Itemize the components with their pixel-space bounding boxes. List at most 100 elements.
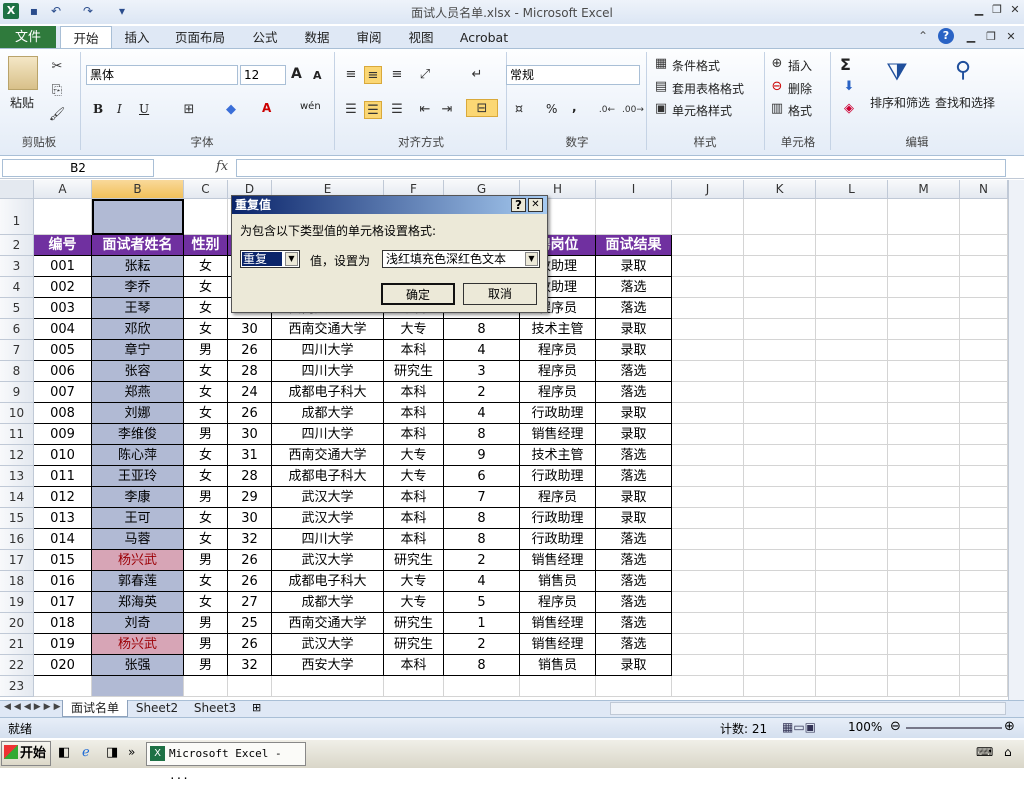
cell[interactable] — [672, 508, 744, 529]
table-cell[interactable]: 女 — [184, 529, 228, 550]
cell[interactable] — [960, 340, 1008, 361]
table-cell[interactable]: 006 — [34, 361, 92, 382]
cell[interactable] — [744, 199, 816, 235]
conditional-format-icon[interactable]: ▦ — [652, 55, 670, 73]
cell[interactable] — [888, 340, 960, 361]
table-cell[interactable]: 王琴 — [92, 298, 184, 319]
cancel-button[interactable]: 取消 — [463, 283, 537, 305]
cell[interactable] — [888, 529, 960, 550]
table-header-cell[interactable]: 编号 — [34, 235, 92, 256]
table-cell[interactable]: 018 — [34, 613, 92, 634]
sort-filter-button[interactable]: 排序和筛选 — [870, 94, 930, 111]
cell[interactable] — [960, 592, 1008, 613]
row-header[interactable]: 23 — [0, 676, 34, 697]
table-cell[interactable]: 女 — [184, 361, 228, 382]
cell[interactable] — [744, 508, 816, 529]
table-cell[interactable]: 销售经理 — [520, 424, 596, 445]
cell[interactable] — [888, 298, 960, 319]
cell[interactable] — [816, 445, 888, 466]
cell[interactable] — [960, 487, 1008, 508]
table-cell[interactable]: 武汉大学 — [272, 550, 384, 571]
table-cell[interactable]: 7 — [444, 487, 520, 508]
table-cell[interactable]: 女 — [184, 403, 228, 424]
table-cell[interactable]: 录取 — [596, 655, 672, 676]
table-cell[interactable]: 大专 — [384, 319, 444, 340]
table-cell[interactable]: 程序员 — [520, 592, 596, 613]
view-buttons-icon[interactable]: ▦▭▣ — [782, 720, 816, 734]
cell[interactable] — [816, 382, 888, 403]
table-cell[interactable]: 本科 — [384, 403, 444, 424]
find-select-button[interactable]: 查找和选择 — [935, 94, 995, 111]
cell[interactable] — [960, 529, 1008, 550]
ok-button[interactable]: 确定 — [381, 283, 455, 305]
table-cell[interactable]: 四川大学 — [272, 529, 384, 550]
table-cell[interactable]: 落选 — [596, 445, 672, 466]
increase-decimal-icon[interactable]: .0← — [598, 101, 616, 119]
cell[interactable] — [888, 676, 960, 697]
cell[interactable] — [960, 382, 1008, 403]
cell[interactable] — [888, 487, 960, 508]
cell[interactable] — [816, 256, 888, 277]
cell[interactable] — [92, 199, 184, 235]
cell[interactable] — [960, 613, 1008, 634]
fill-icon[interactable]: ⬇ — [840, 78, 858, 96]
table-cell[interactable]: 26 — [228, 571, 272, 592]
table-cell[interactable]: 5 — [444, 592, 520, 613]
select-all-button[interactable] — [0, 180, 34, 199]
table-cell[interactable]: 28 — [228, 466, 272, 487]
row-header[interactable]: 16 — [0, 529, 34, 550]
autosum-button[interactable]: Σ — [840, 55, 851, 74]
table-cell[interactable]: 西南交通大学 — [272, 445, 384, 466]
table-cell[interactable]: 郭春莲 — [92, 571, 184, 592]
table-cell[interactable]: 西南交通大学 — [272, 613, 384, 634]
format-select[interactable]: 浅红填充色深红色文本 ▼ — [382, 250, 540, 268]
align-bottom-icon[interactable]: ≡ — [388, 66, 406, 84]
table-cell[interactable]: 成都大学 — [272, 592, 384, 613]
cell[interactable] — [34, 676, 92, 697]
vertical-scrollbar[interactable] — [1008, 180, 1024, 700]
cell[interactable] — [960, 550, 1008, 571]
table-cell[interactable]: 西南交通大学 — [272, 319, 384, 340]
table-cell[interactable]: 程序员 — [520, 382, 596, 403]
table-cell[interactable]: 001 — [34, 256, 92, 277]
table-cell[interactable]: 武汉大学 — [272, 508, 384, 529]
row-header[interactable]: 12 — [0, 445, 34, 466]
cell[interactable] — [744, 235, 816, 256]
column-header-l[interactable]: L — [816, 180, 888, 199]
table-cell[interactable]: 30 — [228, 319, 272, 340]
tab-home[interactable]: 开始 — [60, 26, 112, 49]
cell[interactable] — [888, 445, 960, 466]
table-cell[interactable]: 行政助理 — [520, 466, 596, 487]
cell[interactable] — [92, 676, 184, 697]
cell[interactable] — [744, 571, 816, 592]
taskbar-excel-button[interactable]: Microsoft Excel - ... — [146, 742, 306, 782]
keyboard-icon[interactable]: ⌨ — [976, 745, 993, 759]
minimize-icon[interactable]: ▁ — [970, 2, 988, 18]
table-cell[interactable]: 大专 — [384, 592, 444, 613]
table-cell[interactable]: 28 — [228, 361, 272, 382]
comma-button[interactable]: , — [572, 100, 577, 114]
dialog-help-button[interactable]: ? — [511, 198, 526, 212]
currency-icon[interactable]: ¤ — [510, 101, 528, 119]
table-cell[interactable]: 落选 — [596, 613, 672, 634]
table-cell[interactable]: 2 — [444, 634, 520, 655]
table-cell[interactable]: 31 — [228, 445, 272, 466]
table-cell[interactable]: 录取 — [596, 319, 672, 340]
table-cell[interactable]: 张强 — [92, 655, 184, 676]
cell[interactable] — [960, 424, 1008, 445]
table-cell[interactable]: 四川大学 — [272, 361, 384, 382]
cell[interactable] — [960, 277, 1008, 298]
help-icon[interactable]: ? — [938, 28, 954, 44]
tab-page-layout[interactable]: 页面布局 — [168, 26, 232, 49]
table-cell[interactable]: 张耘 — [92, 256, 184, 277]
table-header-cell[interactable]: 面试者姓名 — [92, 235, 184, 256]
table-cell[interactable]: 本科 — [384, 655, 444, 676]
table-cell[interactable]: 技术主管 — [520, 445, 596, 466]
row-header[interactable]: 5 — [0, 298, 34, 319]
table-cell[interactable]: 技术主管 — [520, 319, 596, 340]
row-header[interactable]: 9 — [0, 382, 34, 403]
cell[interactable] — [816, 592, 888, 613]
row-header[interactable]: 13 — [0, 466, 34, 487]
doc-close-icon[interactable]: ✕ — [1002, 29, 1020, 45]
insert-function-button[interactable]: fx — [216, 159, 234, 177]
